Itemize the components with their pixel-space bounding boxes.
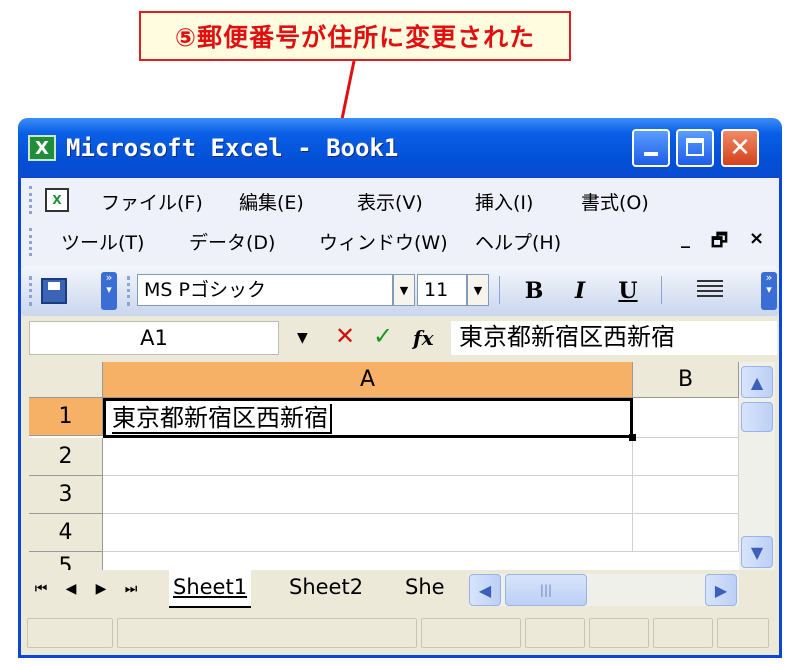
row-header-1[interactable]: 1 — [29, 398, 103, 436]
status-segment-2 — [117, 618, 417, 648]
close-button[interactable]: ✕ — [721, 129, 759, 167]
status-bar — [21, 612, 779, 654]
annotation-callout: ⑤郵便番号が住所に変更された — [139, 11, 571, 61]
sheet-tab-1[interactable]: Sheet1 — [169, 570, 252, 608]
document-icon[interactable]: X — [45, 188, 69, 212]
menu-edit[interactable]: 編集(E) — [239, 188, 304, 215]
menu-bar: X ファイル(F) 編集(E) 表示(V) 挿入(I) 書式(O) ツール(T)… — [21, 178, 779, 266]
menu-grip[interactable] — [29, 186, 35, 214]
status-segment-3 — [421, 618, 521, 648]
row-header-3[interactable]: 3 — [29, 476, 103, 514]
font-name-dropdown-icon[interactable]: ▼ — [393, 274, 415, 306]
save-icon[interactable] — [41, 278, 67, 304]
menu-data[interactable]: データ(D) — [189, 228, 275, 255]
menu-view[interactable]: 表示(V) — [357, 188, 423, 215]
close-icon: ✕ — [729, 133, 751, 163]
menu-tools[interactable]: ツール(T) — [61, 228, 144, 255]
scroll-up-icon[interactable]: ▲ — [741, 366, 773, 398]
formatting-toolbar: » ▾ MS Pゴシック ▼ 11 ▼ B I U » ▾ — [21, 266, 779, 316]
title-bar[interactable]: X Microsoft Excel - Book1 ✕ — [18, 118, 782, 178]
minimize-icon — [644, 152, 658, 156]
row-header-2[interactable]: 2 — [29, 438, 103, 476]
toolbar-grip-2[interactable] — [127, 276, 133, 306]
vertical-scrollbar[interactable]: ▲ ▼ — [739, 362, 775, 572]
insert-function-icon[interactable]: fx — [413, 326, 434, 350]
toolbar-separator-2 — [661, 276, 662, 304]
resize-grip-icon[interactable] — [717, 618, 769, 648]
cell-b3[interactable] — [633, 476, 739, 514]
horizontal-scroll-thumb[interactable]: ||| — [505, 574, 587, 606]
scroll-down-icon[interactable]: ▼ — [741, 536, 773, 568]
maximize-button[interactable] — [676, 129, 714, 167]
cell-a3[interactable] — [103, 476, 633, 514]
align-left-icon[interactable] — [697, 280, 723, 300]
menu-grip-2[interactable] — [29, 228, 35, 256]
excel-window: X Microsoft Excel - Book1 ✕ X ファイル(F) 編集… — [18, 118, 782, 658]
row-header-5[interactable]: 5 — [29, 552, 103, 572]
toolbar-overflow-chevron[interactable]: » ▾ — [101, 272, 117, 310]
last-sheet-icon[interactable]: ⏭ — [121, 578, 141, 600]
doc-minimize-button[interactable]: _ — [681, 228, 690, 249]
cancel-icon[interactable]: ✕ — [335, 322, 355, 350]
font-name-select[interactable]: MS Pゴシック — [137, 274, 393, 306]
vertical-scroll-thumb[interactable] — [741, 402, 773, 432]
toolbar-overflow-chevron-2[interactable]: » ▾ — [761, 272, 777, 310]
scroll-right-icon[interactable]: ▶ — [705, 574, 737, 606]
status-segment-5 — [589, 618, 649, 648]
select-all-corner[interactable] — [29, 362, 103, 398]
menu-format[interactable]: 書式(O) — [581, 188, 649, 215]
menu-insert[interactable]: 挿入(I) — [475, 188, 533, 215]
name-box[interactable]: A1 — [29, 321, 279, 355]
toolbar-grip[interactable] — [29, 276, 35, 306]
fill-handle[interactable] — [629, 434, 636, 441]
menu-file[interactable]: ファイル(F) — [101, 188, 203, 215]
next-sheet-icon[interactable]: ▶ — [91, 578, 111, 600]
font-size-dropdown-icon[interactable]: ▼ — [467, 274, 489, 306]
worksheet-grid[interactable]: A B 1 2 3 4 5 東京都新宿区西新宿 — [29, 362, 739, 572]
sheet-tab-2[interactable]: Sheet2 — [289, 570, 363, 606]
enter-icon[interactable]: ✓ — [373, 322, 393, 350]
italic-button[interactable]: I — [565, 276, 595, 306]
cell-b4[interactable] — [633, 514, 739, 552]
maximize-icon — [686, 138, 704, 156]
cell-a1-value[interactable]: 東京都新宿区西新宿 — [112, 404, 332, 434]
bold-button[interactable]: B — [519, 276, 549, 306]
toolbar-separator — [499, 276, 500, 304]
formula-bar: A1 ▼ ✕ ✓ fx 東京都新宿区西新宿 — [21, 318, 779, 358]
font-size-select[interactable]: 11 — [417, 274, 467, 306]
annotation-text: ⑤郵便番号が住所に変更された — [174, 23, 536, 52]
doc-close-button[interactable]: × — [749, 228, 764, 249]
status-segment-1 — [27, 618, 113, 648]
prev-sheet-icon[interactable]: ◀ — [61, 578, 81, 600]
scroll-left-icon[interactable]: ◀ — [469, 574, 501, 606]
excel-app-icon[interactable]: X — [28, 135, 56, 161]
doc-restore-button[interactable]: 🗗 — [711, 228, 728, 258]
row-header-4[interactable]: 4 — [29, 514, 103, 552]
cell-a2[interactable] — [103, 438, 633, 476]
column-header-b[interactable]: B — [633, 362, 739, 398]
cell-a4[interactable] — [103, 514, 633, 552]
sheet-tab-3[interactable]: She — [405, 570, 445, 606]
menu-help[interactable]: ヘルプ(H) — [475, 228, 561, 255]
column-header-a[interactable]: A — [103, 362, 633, 398]
window-title: Microsoft Excel - Book1 — [66, 134, 399, 162]
cell-a1-active[interactable]: 東京都新宿区西新宿 — [103, 398, 633, 438]
first-sheet-icon[interactable]: ⏮ — [31, 578, 51, 600]
minimize-button[interactable] — [632, 129, 670, 167]
formula-input[interactable]: 東京都新宿区西新宿 — [451, 321, 777, 355]
cell-b1[interactable] — [633, 398, 739, 438]
cell-b2[interactable] — [633, 438, 739, 476]
status-segment-4 — [525, 618, 585, 648]
horizontal-scrollbar[interactable]: ◀ ||| ▶ — [469, 574, 739, 606]
status-segment-6 — [653, 618, 713, 648]
menu-window[interactable]: ウィンドウ(W) — [319, 228, 448, 255]
sheet-tabs-bar: ⏮ ◀ ▶ ⏭ Sheet1 Sheet2 She ◀ ||| ▶ — [21, 570, 779, 610]
underline-button[interactable]: U — [613, 276, 643, 306]
name-box-dropdown-icon[interactable]: ▼ — [297, 330, 308, 346]
